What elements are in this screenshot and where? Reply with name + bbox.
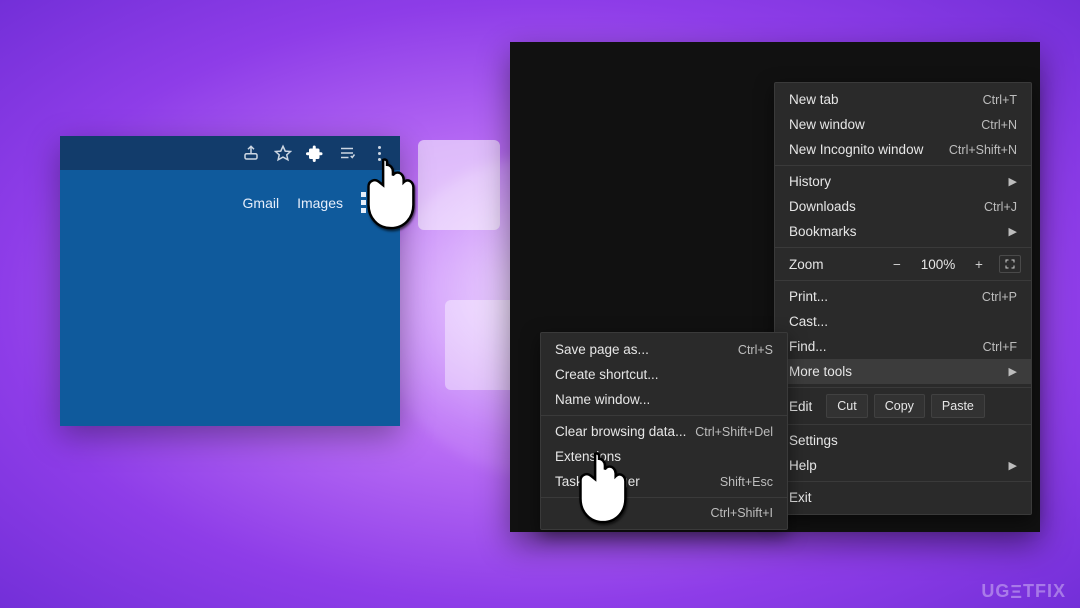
submenu-extensions[interactable]: Extensions <box>541 444 787 469</box>
submenu-clear-browsing-data[interactable]: Clear browsing data... Ctrl+Shift+Del <box>541 419 787 444</box>
menu-new-window[interactable]: New window Ctrl+N <box>775 112 1031 137</box>
menu-label: Extensions <box>555 449 621 464</box>
chrome-window-right: New tab Ctrl+T New window Ctrl+N New Inc… <box>510 42 1040 532</box>
menu-label: New tab <box>789 92 839 107</box>
images-link[interactable]: Images <box>297 195 343 211</box>
menu-exit[interactable]: Exit <box>775 485 1031 510</box>
menu-more-tools[interactable]: More tools ▶ <box>775 359 1031 384</box>
menu-separator <box>775 280 1031 281</box>
menu-shortcut: Shift+Esc <box>720 475 773 489</box>
cut-button[interactable]: Cut <box>826 394 867 418</box>
menu-shortcut: Ctrl+Shift+Del <box>695 425 773 439</box>
menu-downloads[interactable]: Downloads Ctrl+J <box>775 194 1031 219</box>
more-menu-icon[interactable] <box>370 144 388 162</box>
paste-button[interactable]: Paste <box>931 394 985 418</box>
more-tools-submenu: Save page as... Ctrl+S Create shortcut..… <box>540 332 788 530</box>
menu-shortcut: Ctrl+J <box>984 200 1017 214</box>
menu-new-tab[interactable]: New tab Ctrl+T <box>775 87 1031 112</box>
menu-cast[interactable]: Cast... <box>775 309 1031 334</box>
menu-print[interactable]: Print... Ctrl+P <box>775 284 1031 309</box>
menu-label: Settings <box>789 433 838 448</box>
submenu-arrow-icon: ▶ <box>1009 225 1017 238</box>
menu-label: Create shortcut... <box>555 367 659 382</box>
zoom-label: Zoom <box>789 257 824 272</box>
zoom-out-button[interactable]: − <box>885 257 909 272</box>
menu-label: Save page as... <box>555 342 649 357</box>
reading-list-icon[interactable] <box>338 144 356 162</box>
gmail-link[interactable]: Gmail <box>243 195 280 211</box>
menu-label: More tools <box>789 364 852 379</box>
zoom-value: 100% <box>917 257 959 272</box>
menu-label: Help <box>789 458 817 473</box>
menu-label: Exit <box>789 490 812 505</box>
toolbar <box>60 136 400 170</box>
copy-button[interactable]: Copy <box>874 394 925 418</box>
menu-label: History <box>789 174 831 189</box>
star-icon[interactable] <box>274 144 292 162</box>
menu-shortcut: Ctrl+Shift+N <box>949 143 1017 157</box>
menu-separator <box>541 497 787 498</box>
menu-separator <box>775 247 1031 248</box>
menu-separator <box>775 424 1031 425</box>
menu-shortcut: Ctrl+F <box>983 340 1017 354</box>
menu-separator <box>775 481 1031 482</box>
menu-separator <box>775 165 1031 166</box>
submenu-task-manager[interactable]: Task manager Shift+Esc <box>541 469 787 494</box>
menu-settings[interactable]: Settings <box>775 428 1031 453</box>
extensions-puzzle-icon[interactable] <box>306 144 324 162</box>
menu-label: Print... <box>789 289 828 304</box>
menu-label: Clear browsing data... <box>555 424 686 439</box>
apps-grid-icon[interactable] <box>361 192 382 213</box>
background-square <box>418 140 500 230</box>
menu-new-incognito[interactable]: New Incognito window Ctrl+Shift+N <box>775 137 1031 162</box>
google-links: Gmail Images <box>243 192 382 213</box>
menu-label: Downloads <box>789 199 856 214</box>
menu-label: Cast... <box>789 314 828 329</box>
submenu-save-page[interactable]: Save page as... Ctrl+S <box>541 337 787 362</box>
menu-find[interactable]: Find... Ctrl+F <box>775 334 1031 359</box>
menu-shortcut: Ctrl+T <box>983 93 1017 107</box>
menu-label: Bookmarks <box>789 224 857 239</box>
zoom-in-button[interactable]: + <box>967 257 991 272</box>
menu-shortcut: Ctrl+Shift+I <box>710 506 773 520</box>
menu-label: New window <box>789 117 865 132</box>
menu-label: Name window... <box>555 392 650 407</box>
submenu-arrow-icon: ▶ <box>1009 175 1017 188</box>
submenu-create-shortcut[interactable]: Create shortcut... <box>541 362 787 387</box>
menu-bookmarks[interactable]: Bookmarks ▶ <box>775 219 1031 244</box>
menu-label: Task manager <box>555 474 640 489</box>
menu-edit-row: Edit Cut Copy Paste <box>775 391 1031 421</box>
fullscreen-button[interactable] <box>999 255 1021 273</box>
watermark: UGΞTFIX <box>981 581 1066 602</box>
menu-label: Find... <box>789 339 827 354</box>
submenu-arrow-icon: ▶ <box>1009 459 1017 472</box>
menu-separator <box>775 387 1031 388</box>
menu-zoom-row: Zoom − 100% + <box>775 251 1031 277</box>
menu-shortcut: Ctrl+P <box>982 290 1017 304</box>
chrome-window-left: Gmail Images <box>60 136 400 426</box>
share-icon[interactable] <box>242 144 260 162</box>
submenu-developer-tools[interactable]: Ctrl+Shift+I <box>541 501 787 525</box>
menu-label: New Incognito window <box>789 142 923 157</box>
menu-shortcut: Ctrl+N <box>981 118 1017 132</box>
menu-shortcut: Ctrl+S <box>738 343 773 357</box>
chrome-main-menu: New tab Ctrl+T New window Ctrl+N New Inc… <box>774 82 1032 515</box>
menu-history[interactable]: History ▶ <box>775 169 1031 194</box>
submenu-arrow-icon: ▶ <box>1009 365 1017 378</box>
submenu-name-window[interactable]: Name window... <box>541 387 787 412</box>
edit-label: Edit <box>789 399 812 414</box>
menu-separator <box>541 415 787 416</box>
menu-help[interactable]: Help ▶ <box>775 453 1031 478</box>
